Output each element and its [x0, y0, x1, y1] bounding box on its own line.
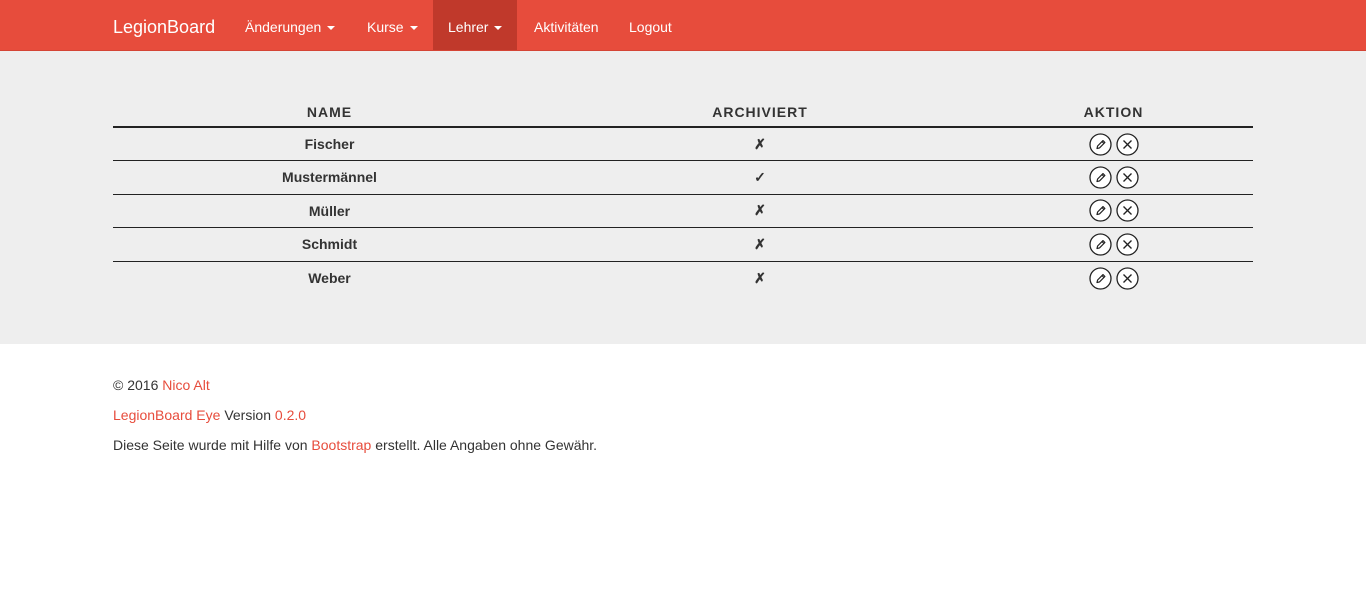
action-cell — [974, 127, 1253, 161]
nav-item-kurse[interactable]: Kurse — [352, 0, 433, 50]
close-circle-icon[interactable] — [1115, 132, 1139, 156]
table-row: Fischer ✗ — [113, 127, 1253, 161]
teacher-name: Schmidt — [113, 227, 546, 262]
close-circle-icon[interactable] — [1115, 233, 1139, 256]
table-row: Müller ✗ — [113, 194, 1253, 228]
nav-item-label: Kurse — [367, 19, 404, 35]
app-link[interactable]: LegionBoard Eye — [113, 407, 220, 423]
version-link[interactable]: 0.2.0 — [275, 407, 306, 423]
action-cell — [974, 194, 1253, 228]
pencil-icon[interactable] — [1088, 233, 1112, 256]
teacher-name: Fischer — [113, 127, 546, 161]
archived-status: ✗ — [546, 227, 974, 262]
table-row: Schmidt ✗ — [113, 227, 1253, 262]
teacher-name: Müller — [113, 194, 546, 228]
teacher-name: Mustermännel — [113, 160, 546, 195]
nav-item-aenderungen[interactable]: Änderungen — [230, 0, 350, 50]
archived-status: ✗ — [546, 127, 974, 161]
footer-version: LegionBoard Eye Version 0.2.0 — [113, 407, 306, 423]
close-circle-icon[interactable] — [1115, 266, 1139, 290]
version-text: Version — [224, 407, 272, 423]
archived-status: ✗ — [546, 194, 974, 228]
table-header-row: Name Archiviert Aktion — [113, 98, 1253, 128]
brand-link[interactable]: LegionBoard — [113, 0, 215, 50]
archived-status: ✓ — [546, 160, 974, 195]
navbar: LegionBoard Änderungen Kurse Lehrer Akti… — [0, 0, 1366, 51]
teacher-name: Weber — [308, 270, 351, 286]
caret-down-icon — [494, 26, 503, 30]
header-name: Name — [113, 98, 546, 128]
teachers-table: Name Archiviert Aktion Fischer ✗ Mustermän… — [113, 98, 1253, 295]
action-cell — [974, 261, 1253, 295]
header-archived: Archiviert — [546, 98, 974, 128]
author-link[interactable]: Nico Alt — [162, 377, 209, 393]
caret-down-icon — [409, 26, 418, 30]
close-circle-icon[interactable] — [1115, 166, 1139, 189]
nav-item-aktivitaeten[interactable]: Aktivitäten — [519, 0, 614, 50]
action-cell — [974, 160, 1253, 195]
nav-item-logout[interactable]: Logout — [614, 0, 687, 50]
credits-suffix: erstellt. Alle Angaben ohne Gewähr. — [375, 437, 598, 453]
caret-down-icon — [327, 26, 336, 30]
nav-item-label: Aktivitäten — [534, 19, 599, 35]
nav-item-label: Logout — [629, 19, 672, 35]
pencil-icon[interactable] — [1088, 266, 1112, 290]
table-row: Weber ✗ — [113, 261, 1253, 295]
pencil-icon[interactable] — [1088, 199, 1112, 222]
footer-copyright: © 2016 Nico Alt — [113, 377, 210, 393]
close-circle-icon[interactable] — [1115, 199, 1139, 222]
archived-status: ✗ — [754, 269, 766, 286]
action-cell — [974, 227, 1253, 262]
table-row: Mustermännel ✓ — [113, 160, 1253, 195]
credits-prefix: Diese Seite wurde mit Hilfe von — [113, 437, 308, 453]
nav-item-label: Änderungen — [245, 19, 322, 35]
pencil-icon[interactable] — [1088, 132, 1112, 156]
bootstrap-link[interactable]: Bootstrap — [311, 437, 371, 453]
nav-item-label: Lehrer — [448, 19, 489, 35]
footer-credits: Diese Seite wurde mit Hilfe von Bootstra… — [113, 437, 597, 453]
pencil-icon[interactable] — [1088, 166, 1112, 189]
nav-item-lehrer[interactable]: Lehrer — [433, 0, 518, 50]
header-action: Aktion — [974, 98, 1253, 128]
copyright-text: © 2016 — [113, 377, 159, 393]
